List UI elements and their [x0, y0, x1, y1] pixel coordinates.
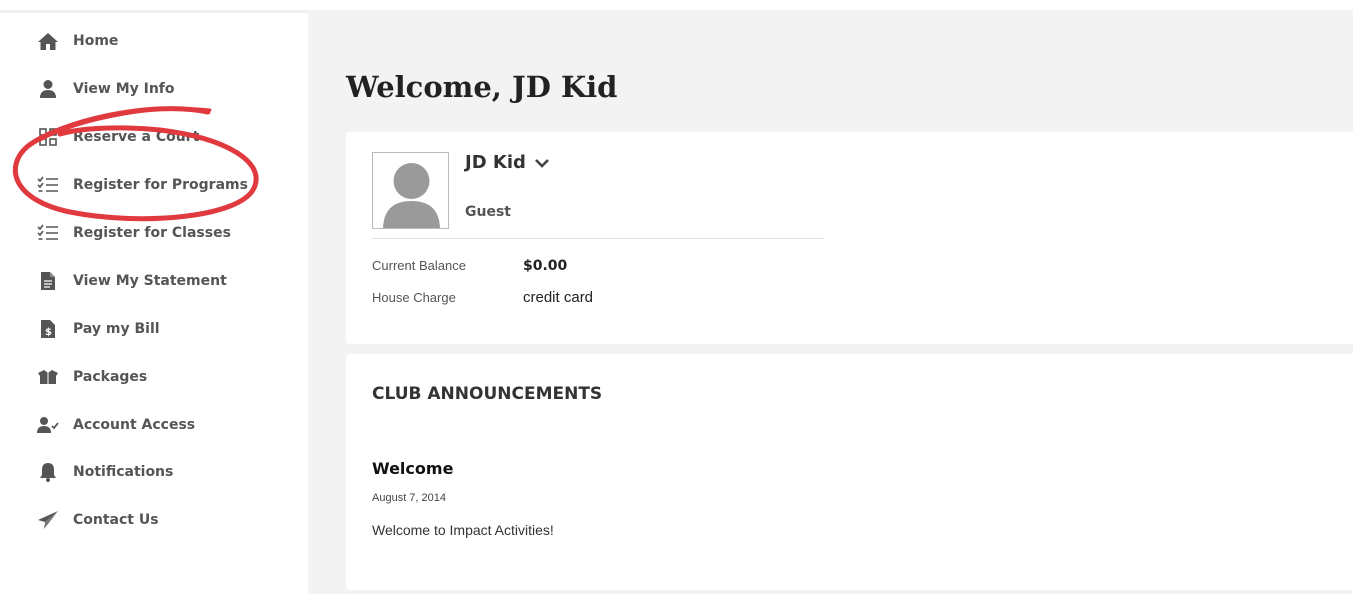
top-bar: [0, 0, 1353, 10]
page-title: Welcome, JD Kid: [346, 70, 618, 104]
sidebar-item-notifications[interactable]: Notifications: [36, 457, 296, 487]
sidebar-item-home[interactable]: Home: [36, 26, 296, 56]
sidebar-item-pay-bill[interactable]: $ Pay my Bill: [36, 314, 296, 344]
sidebar-item-packages[interactable]: Packages: [36, 362, 296, 392]
sidebar-item-label: Notifications: [73, 464, 174, 480]
profile-role: Guest: [465, 204, 511, 220]
sidebar-item-label: View My Info: [73, 81, 175, 97]
sidebar-item-view-my-info[interactable]: View My Info: [36, 74, 296, 104]
sidebar-nav: Home View My Info Reserve a Court Regist…: [0, 10, 308, 594]
avatar: [372, 152, 449, 229]
sidebar-item-label: Account Access: [73, 417, 196, 433]
home-icon: [36, 29, 60, 53]
profile-name-dropdown[interactable]: JD Kid: [465, 152, 550, 173]
sidebar-item-register-programs[interactable]: Register for Programs: [36, 170, 296, 200]
svg-text:$: $: [45, 327, 52, 338]
announcements-heading: CLUB ANNOUNCEMENTS: [372, 384, 603, 404]
checklist-icon: [36, 173, 60, 197]
sidebar-item-reserve-court[interactable]: Reserve a Court: [36, 122, 296, 152]
sidebar-item-view-statement[interactable]: View My Statement: [36, 266, 296, 296]
grid-icon: [36, 125, 60, 149]
user-icon: [36, 77, 60, 101]
sidebar-item-label: Register for Classes: [73, 225, 231, 241]
user-check-icon: [36, 413, 60, 437]
announcements-card: CLUB ANNOUNCEMENTS Welcome August 7, 201…: [346, 354, 1353, 590]
balance-value: $0.00: [523, 258, 568, 274]
profile-name: JD Kid: [465, 152, 526, 173]
house-charge-label: House Charge: [372, 290, 456, 305]
announcement-body: Welcome to Impact Activities!: [372, 522, 554, 538]
sidebar-item-label: Home: [73, 33, 119, 49]
bell-icon: [36, 460, 60, 484]
announcement-title: Welcome: [372, 459, 454, 478]
document-icon: [36, 269, 60, 293]
paper-plane-icon: [36, 508, 60, 532]
profile-card: JD Kid Guest Current Balance $0.00 House…: [346, 132, 1353, 344]
checklist-icon: [36, 221, 60, 245]
sidebar-item-label: View My Statement: [73, 273, 227, 289]
sidebar-item-label: Contact Us: [73, 512, 159, 528]
sidebar-item-contact-us[interactable]: Contact Us: [36, 505, 296, 535]
sidebar-item-label: Packages: [73, 369, 148, 385]
sidebar-item-label: Reserve a Court: [73, 129, 200, 145]
balance-label: Current Balance: [372, 258, 466, 273]
sidebar-item-register-classes[interactable]: Register for Classes: [36, 218, 296, 248]
package-icon: [36, 365, 60, 389]
bill-icon: $: [36, 317, 60, 341]
house-charge-value: credit card: [523, 289, 594, 306]
announcement-date: August 7, 2014: [372, 492, 447, 504]
sidebar-item-label: Pay my Bill: [73, 321, 160, 337]
chevron-down-icon: [534, 157, 550, 169]
main-content: Welcome, JD Kid JD Kid Guest Current Bal…: [308, 10, 1353, 594]
sidebar-item-account-access[interactable]: Account Access: [36, 410, 296, 440]
divider: [372, 238, 824, 239]
sidebar-item-label: Register for Programs: [73, 177, 248, 193]
avatar-placeholder-icon: [373, 153, 448, 228]
